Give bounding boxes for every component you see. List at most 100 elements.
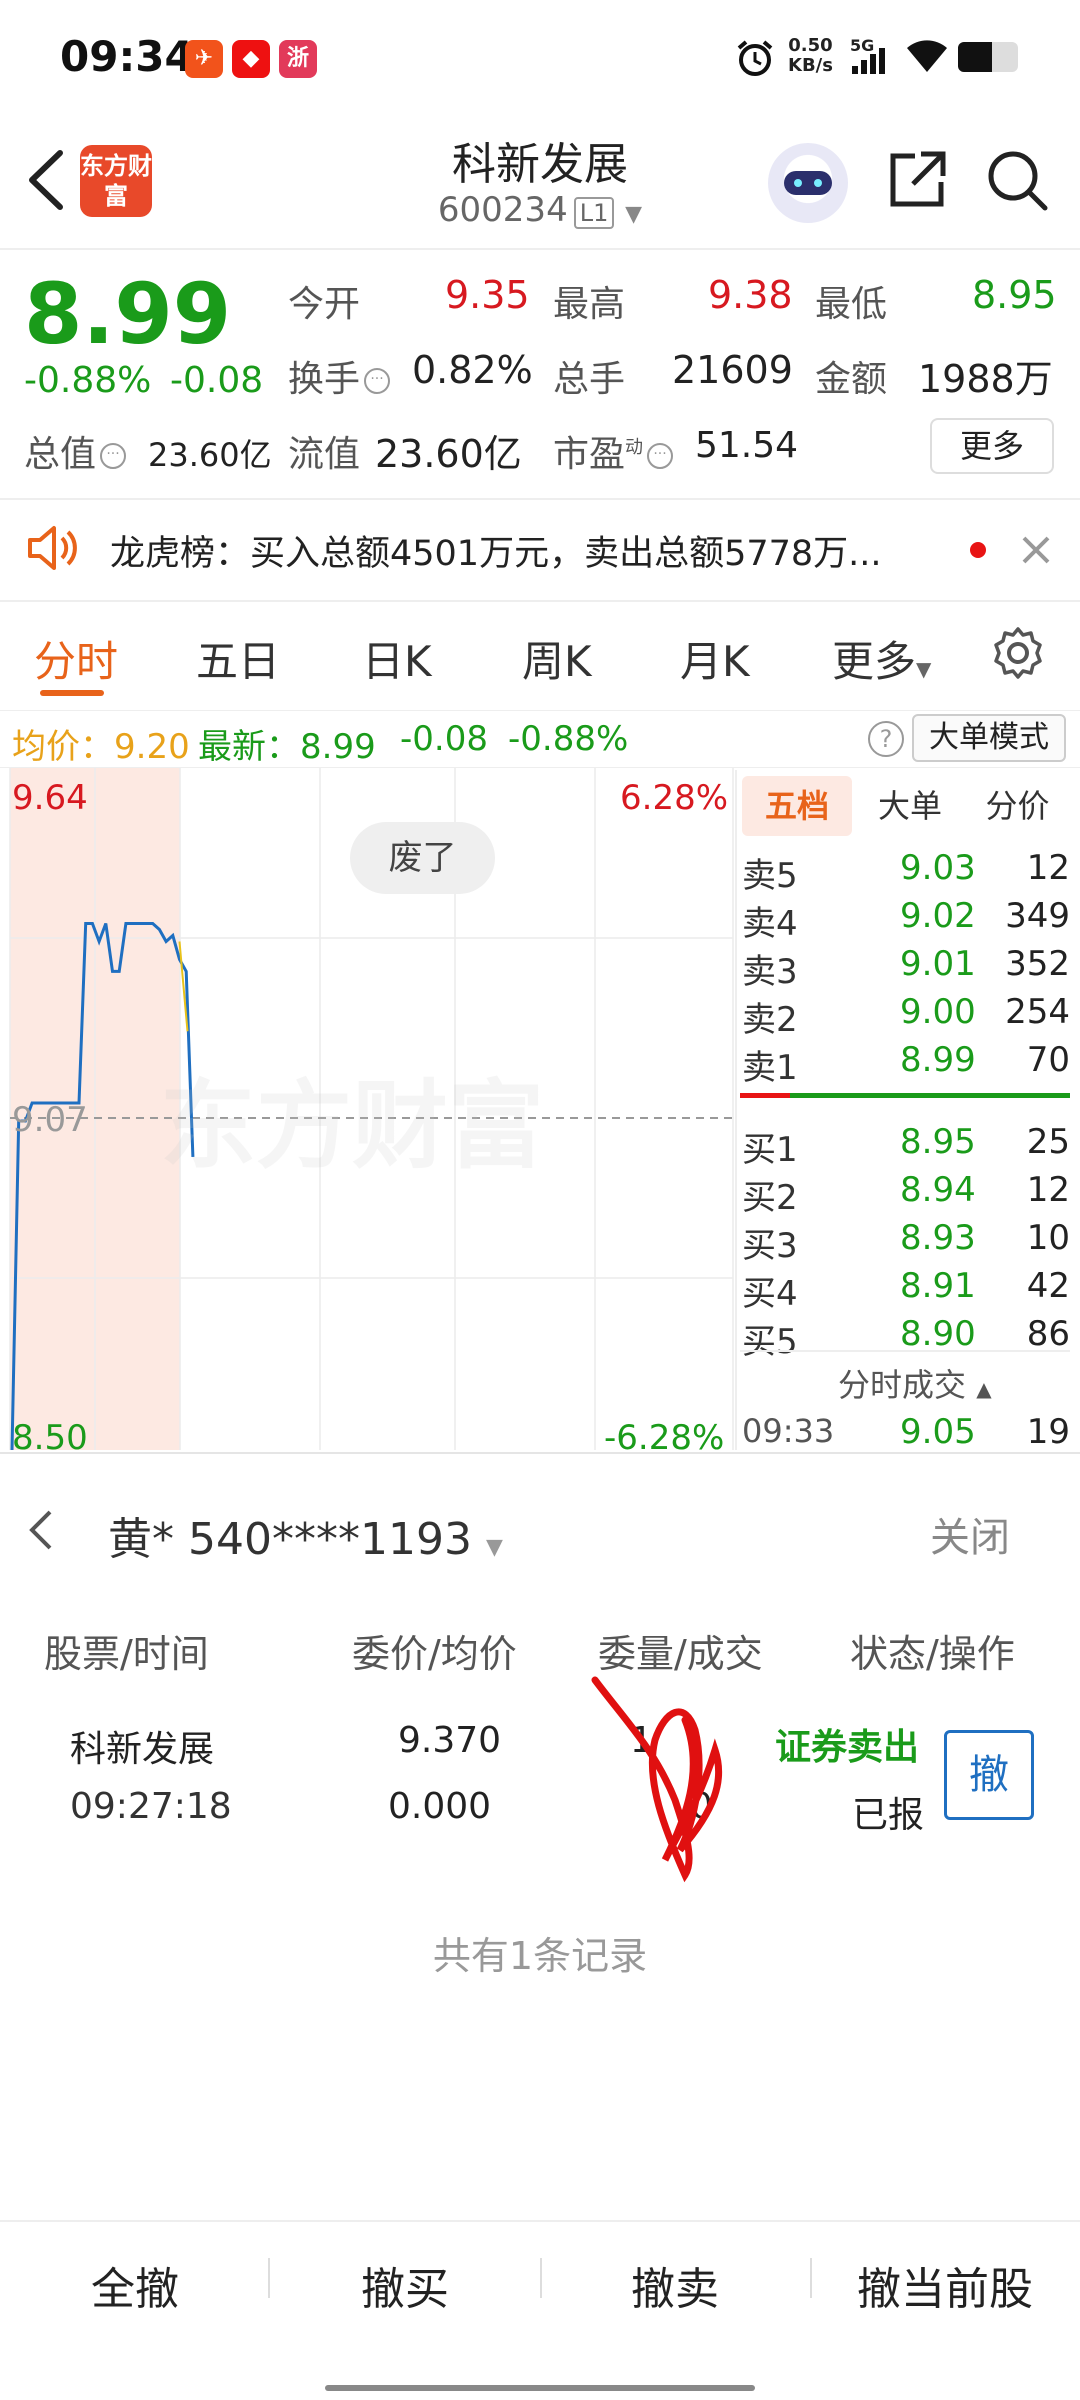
close-icon[interactable] <box>1016 530 1056 570</box>
volume-value: 21609 <box>672 348 793 392</box>
book-divider-green <box>790 1093 1070 1098</box>
chart-top-price: 9.64 <box>12 778 88 818</box>
level-price: 8.95 <box>900 1122 976 1162</box>
pe-label: 市盈动 ··· <box>553 425 677 477</box>
chevron-left-icon[interactable] <box>22 1500 62 1560</box>
bid-level-row[interactable]: 买4 8.91 42 <box>740 1266 1070 1314</box>
level-price: 9.02 <box>900 896 976 936</box>
share-icon[interactable] <box>885 148 949 212</box>
divider <box>735 770 737 1450</box>
level-label: 卖5 <box>742 856 798 896</box>
latest-price: 最新：8.99 <box>198 727 376 767</box>
info-dots-icon[interactable]: ··· <box>100 443 127 469</box>
ask-level-row[interactable]: 卖2 9.00 254 <box>740 992 1070 1040</box>
volume-label: 总手 <box>553 359 626 400</box>
high-label: 最高 <box>553 284 626 325</box>
level-price: 8.93 <box>900 1218 976 1258</box>
order-side: 证券卖出 <box>775 1727 920 1768</box>
ask-level-row[interactable]: 卖1 8.99 70 <box>740 1040 1070 1088</box>
ask-level-row[interactable]: 卖4 9.02 349 <box>740 896 1070 944</box>
open-label: 今开 <box>288 284 361 325</box>
divider <box>0 1452 1080 1454</box>
stock-code: 600234 <box>437 190 568 230</box>
help-icon[interactable]: ? <box>868 721 904 757</box>
tab-five-day[interactable]: 五日 <box>196 628 280 689</box>
order-avg-price: 0.000 <box>388 1786 492 1827</box>
more-quote-button[interactable]: 更多 <box>930 418 1054 474</box>
table-row[interactable]: 科新发展 09:27:18 9.370 0.000 1 0 证券卖出 已报 <box>0 1710 1080 1860</box>
cancel-buy-button[interactable]: 撤买 <box>270 2253 540 2317</box>
col-header-stock: 股票/时间 <box>44 1632 209 1676</box>
status-bar: 09:34 ✈ ◆ 浙 0.50 KB/s 5G <box>0 0 1080 120</box>
tab-intraday[interactable]: 分时 <box>34 628 118 689</box>
divider <box>0 600 1080 602</box>
tab-monthly-k[interactable]: 月K <box>680 628 750 689</box>
info-dots-icon[interactable]: ··· <box>647 443 674 469</box>
back-icon[interactable] <box>22 145 72 215</box>
info-dots-icon[interactable]: ··· <box>364 368 391 394</box>
tab-daily-k[interactable]: 日K <box>362 628 432 689</box>
latest-change-pct: -0.88% <box>508 719 629 759</box>
turnover-label: 换手 ··· <box>288 350 394 402</box>
tab-weekly-k[interactable]: 周K <box>522 628 592 689</box>
level-volume: 352 <box>1005 944 1070 984</box>
float-label: 流值 <box>288 434 361 475</box>
search-icon[interactable] <box>985 148 1049 212</box>
turnover-value: 0.82% <box>412 348 533 392</box>
mktcap-label: 总值 ··· <box>24 425 130 477</box>
cancel-order-button[interactable]: 撤 <box>944 1730 1034 1820</box>
tab-more[interactable]: 更多▼ <box>832 628 931 689</box>
app-logo[interactable]: 东方财富 <box>80 145 152 217</box>
battery-icon <box>958 42 1018 72</box>
level-label: 买2 <box>742 1178 798 1218</box>
cancel-current-stock-button[interactable]: 撤当前股 <box>810 2253 1080 2317</box>
level-price: 8.90 <box>900 1314 976 1354</box>
tab-indicator <box>40 690 104 696</box>
bid-level-row[interactable]: 买5 8.90 86 <box>740 1314 1070 1362</box>
status-time: 09:34 <box>60 32 194 81</box>
app-notification-icon: 浙 <box>279 40 317 78</box>
float-value: 23.60亿 <box>375 432 522 476</box>
level-label: 卖1 <box>742 1048 798 1088</box>
level-label: 买4 <box>742 1274 798 1314</box>
level-label: 买3 <box>742 1226 798 1266</box>
level-volume: 12 <box>1026 848 1070 888</box>
ask-level-row[interactable]: 卖5 9.03 12 <box>740 848 1070 896</box>
level-volume: 86 <box>1026 1314 1070 1354</box>
speaker-icon <box>24 522 80 574</box>
stock-code-selector[interactable]: 600234 L1 ▼ <box>400 190 680 230</box>
ai-assistant-icon[interactable] <box>768 143 848 223</box>
chart-mid-price: 9.07 <box>12 1100 88 1140</box>
level-price: 9.00 <box>900 992 976 1032</box>
dragon-tiger-notice[interactable]: 龙虎榜：买入总额4501万元，卖出总额5778万... <box>110 525 950 576</box>
app-notification-icon: ✈ <box>185 40 223 78</box>
account-selector[interactable]: 黄* 540****1193 ▼ <box>108 1503 503 1567</box>
level-price: 8.91 <box>900 1266 976 1306</box>
level-volume: 10 <box>1026 1218 1070 1258</box>
bid-level-row[interactable]: 买1 8.95 25 <box>740 1122 1070 1170</box>
level-volume: 12 <box>1026 1170 1070 1210</box>
tab-price-dist[interactable]: 分价 <box>965 776 1070 836</box>
col-header-price: 委价/均价 <box>352 1632 517 1676</box>
ask-level-row[interactable]: 卖3 9.01 352 <box>740 944 1070 992</box>
divider <box>0 248 1080 250</box>
home-indicator[interactable] <box>325 2385 755 2391</box>
unread-dot <box>970 542 986 558</box>
mktcap-value: 23.60亿 <box>148 436 272 474</box>
close-panel-button[interactable]: 关闭 <box>930 1505 1010 1563</box>
bid-level-row[interactable]: 买2 8.94 12 <box>740 1170 1070 1218</box>
tab-five-level[interactable]: 五档 <box>742 776 852 836</box>
amount-value: 1988万 <box>918 357 1053 401</box>
tab-big-orders[interactable]: 大单 <box>860 776 960 836</box>
comment-bubble[interactable]: 废了 <box>350 822 495 894</box>
ticks-header[interactable]: 分时成交 ▲ <box>838 1360 992 1406</box>
cancel-sell-button[interactable]: 撤卖 <box>540 2253 810 2317</box>
level-price: 8.94 <box>900 1170 976 1210</box>
amount-label: 金额 <box>815 359 888 400</box>
big-order-mode-button[interactable]: 大单模式 <box>912 714 1066 762</box>
gear-icon[interactable] <box>990 625 1046 681</box>
bid-level-row[interactable]: 买3 8.93 10 <box>740 1218 1070 1266</box>
cancel-all-button[interactable]: 全撤 <box>0 2253 270 2317</box>
watermark: 东方财富 <box>160 1070 544 1182</box>
chevron-down-icon: ▼ <box>625 202 643 227</box>
